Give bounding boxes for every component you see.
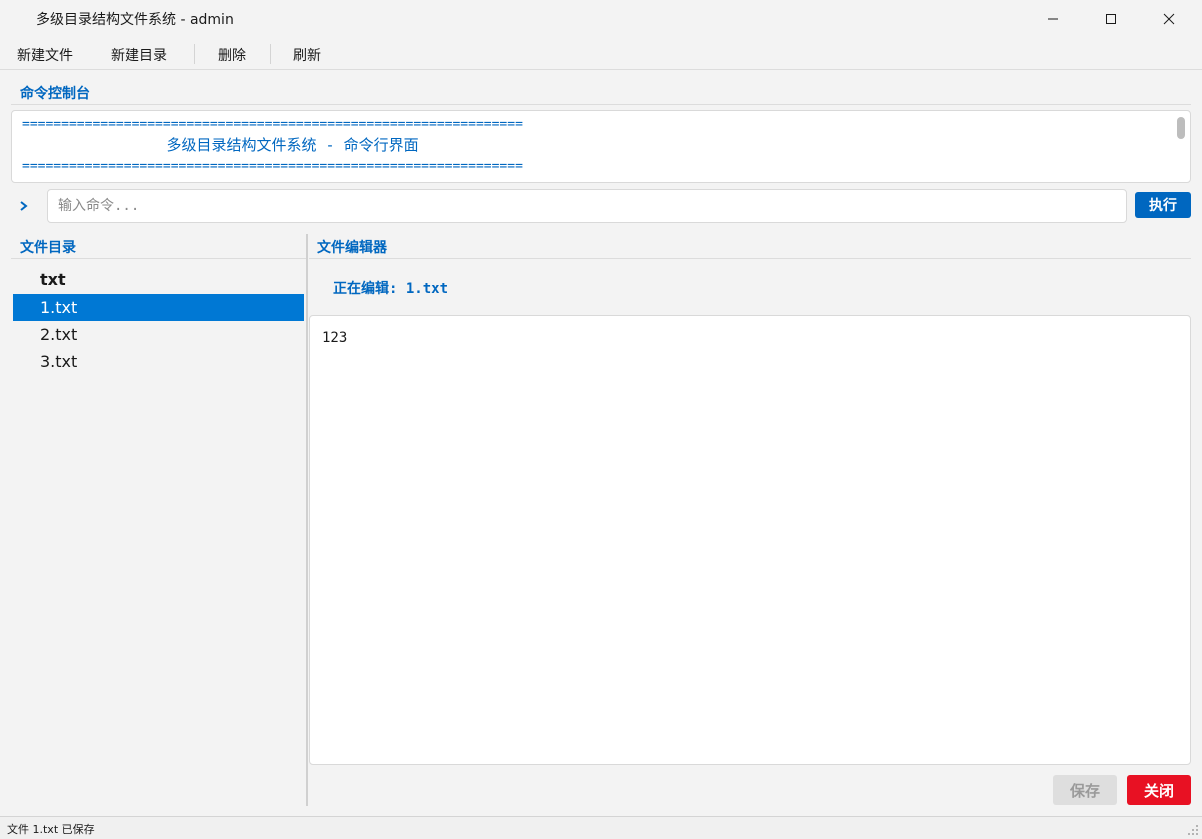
- panel-splitter[interactable]: [306, 234, 308, 806]
- console-line: ========================================…: [22, 117, 523, 132]
- maximize-button[interactable]: [1082, 0, 1140, 38]
- prompt-chevron-icon: [19, 198, 29, 216]
- menu-new-directory[interactable]: 新建目录: [111, 45, 167, 65]
- console-label: 命令控制台: [20, 86, 90, 102]
- menu-separator: [270, 44, 271, 64]
- console-divider: [11, 104, 1191, 105]
- tree-item-file[interactable]: 2.txt: [13, 321, 304, 348]
- maximize-icon: [1106, 14, 1116, 24]
- menu-separator: [194, 44, 195, 64]
- window-title: 多级目录结构文件系统 - admin: [36, 12, 234, 28]
- console-line: ========================================…: [22, 159, 523, 174]
- tree-item-file[interactable]: 1.txt: [13, 294, 304, 321]
- tree-label: 文件目录: [20, 240, 76, 256]
- window-close-button[interactable]: [1140, 0, 1198, 38]
- tree-divider: [11, 258, 306, 259]
- file-content-editor[interactable]: [309, 315, 1191, 765]
- editor-label: 文件编辑器: [317, 240, 387, 256]
- status-text: 文件 1.txt 已保存: [7, 823, 95, 836]
- tree-item-folder[interactable]: txt: [13, 266, 304, 293]
- minimize-icon: [1048, 18, 1058, 20]
- resize-grip-icon[interactable]: [1187, 824, 1199, 836]
- editing-file-label: 正在编辑: 1.txt: [333, 281, 449, 297]
- menu-new-file[interactable]: 新建文件: [17, 45, 73, 65]
- minimize-button[interactable]: [1024, 0, 1082, 38]
- console-scrollbar[interactable]: [1176, 117, 1186, 179]
- close-icon: [1163, 13, 1175, 25]
- status-bar: 文件 1.txt 已保存: [0, 816, 1202, 839]
- command-input[interactable]: [47, 189, 1127, 223]
- console-scroll-thumb[interactable]: [1177, 117, 1185, 139]
- menu-bar: 新建文件 新建目录 删除 刷新: [0, 38, 1202, 70]
- menu-delete[interactable]: 删除: [218, 45, 246, 65]
- title-bar: 多级目录结构文件系统 - admin: [0, 0, 1202, 38]
- console-output[interactable]: ========================================…: [11, 110, 1191, 183]
- execute-button[interactable]: 执行: [1135, 192, 1191, 218]
- editor-divider: [309, 258, 1191, 259]
- save-button[interactable]: 保存: [1053, 775, 1117, 805]
- menu-refresh[interactable]: 刷新: [293, 45, 321, 65]
- close-file-button[interactable]: 关闭: [1127, 775, 1191, 805]
- console-line: 多级目录结构文件系统 - 命令行界面: [22, 136, 419, 154]
- tree-item-file[interactable]: 3.txt: [13, 348, 304, 375]
